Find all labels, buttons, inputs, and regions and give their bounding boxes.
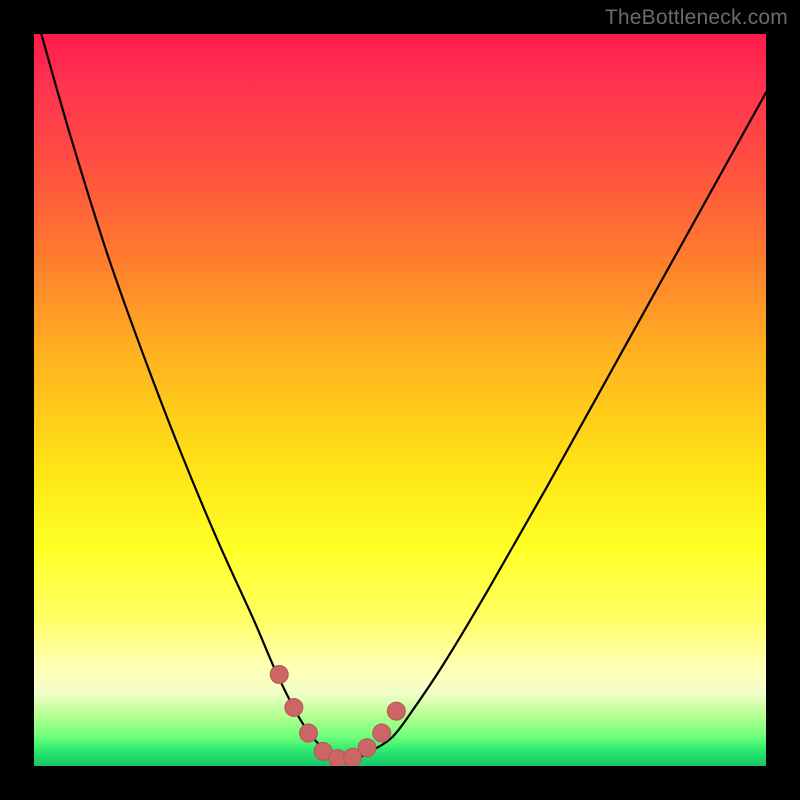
marker-dot [387, 702, 405, 720]
bottleneck-curve [41, 34, 766, 760]
marker-dot [285, 698, 303, 716]
highlighted-range-markers [270, 666, 405, 767]
marker-dot [373, 724, 391, 742]
marker-dot [270, 666, 288, 684]
marker-dot [358, 739, 376, 757]
plot-area [34, 34, 766, 766]
marker-dot [300, 724, 318, 742]
watermark-text: TheBottleneck.com [605, 6, 788, 30]
chart-stage: TheBottleneck.com [0, 0, 800, 800]
chart-svg [34, 34, 766, 766]
